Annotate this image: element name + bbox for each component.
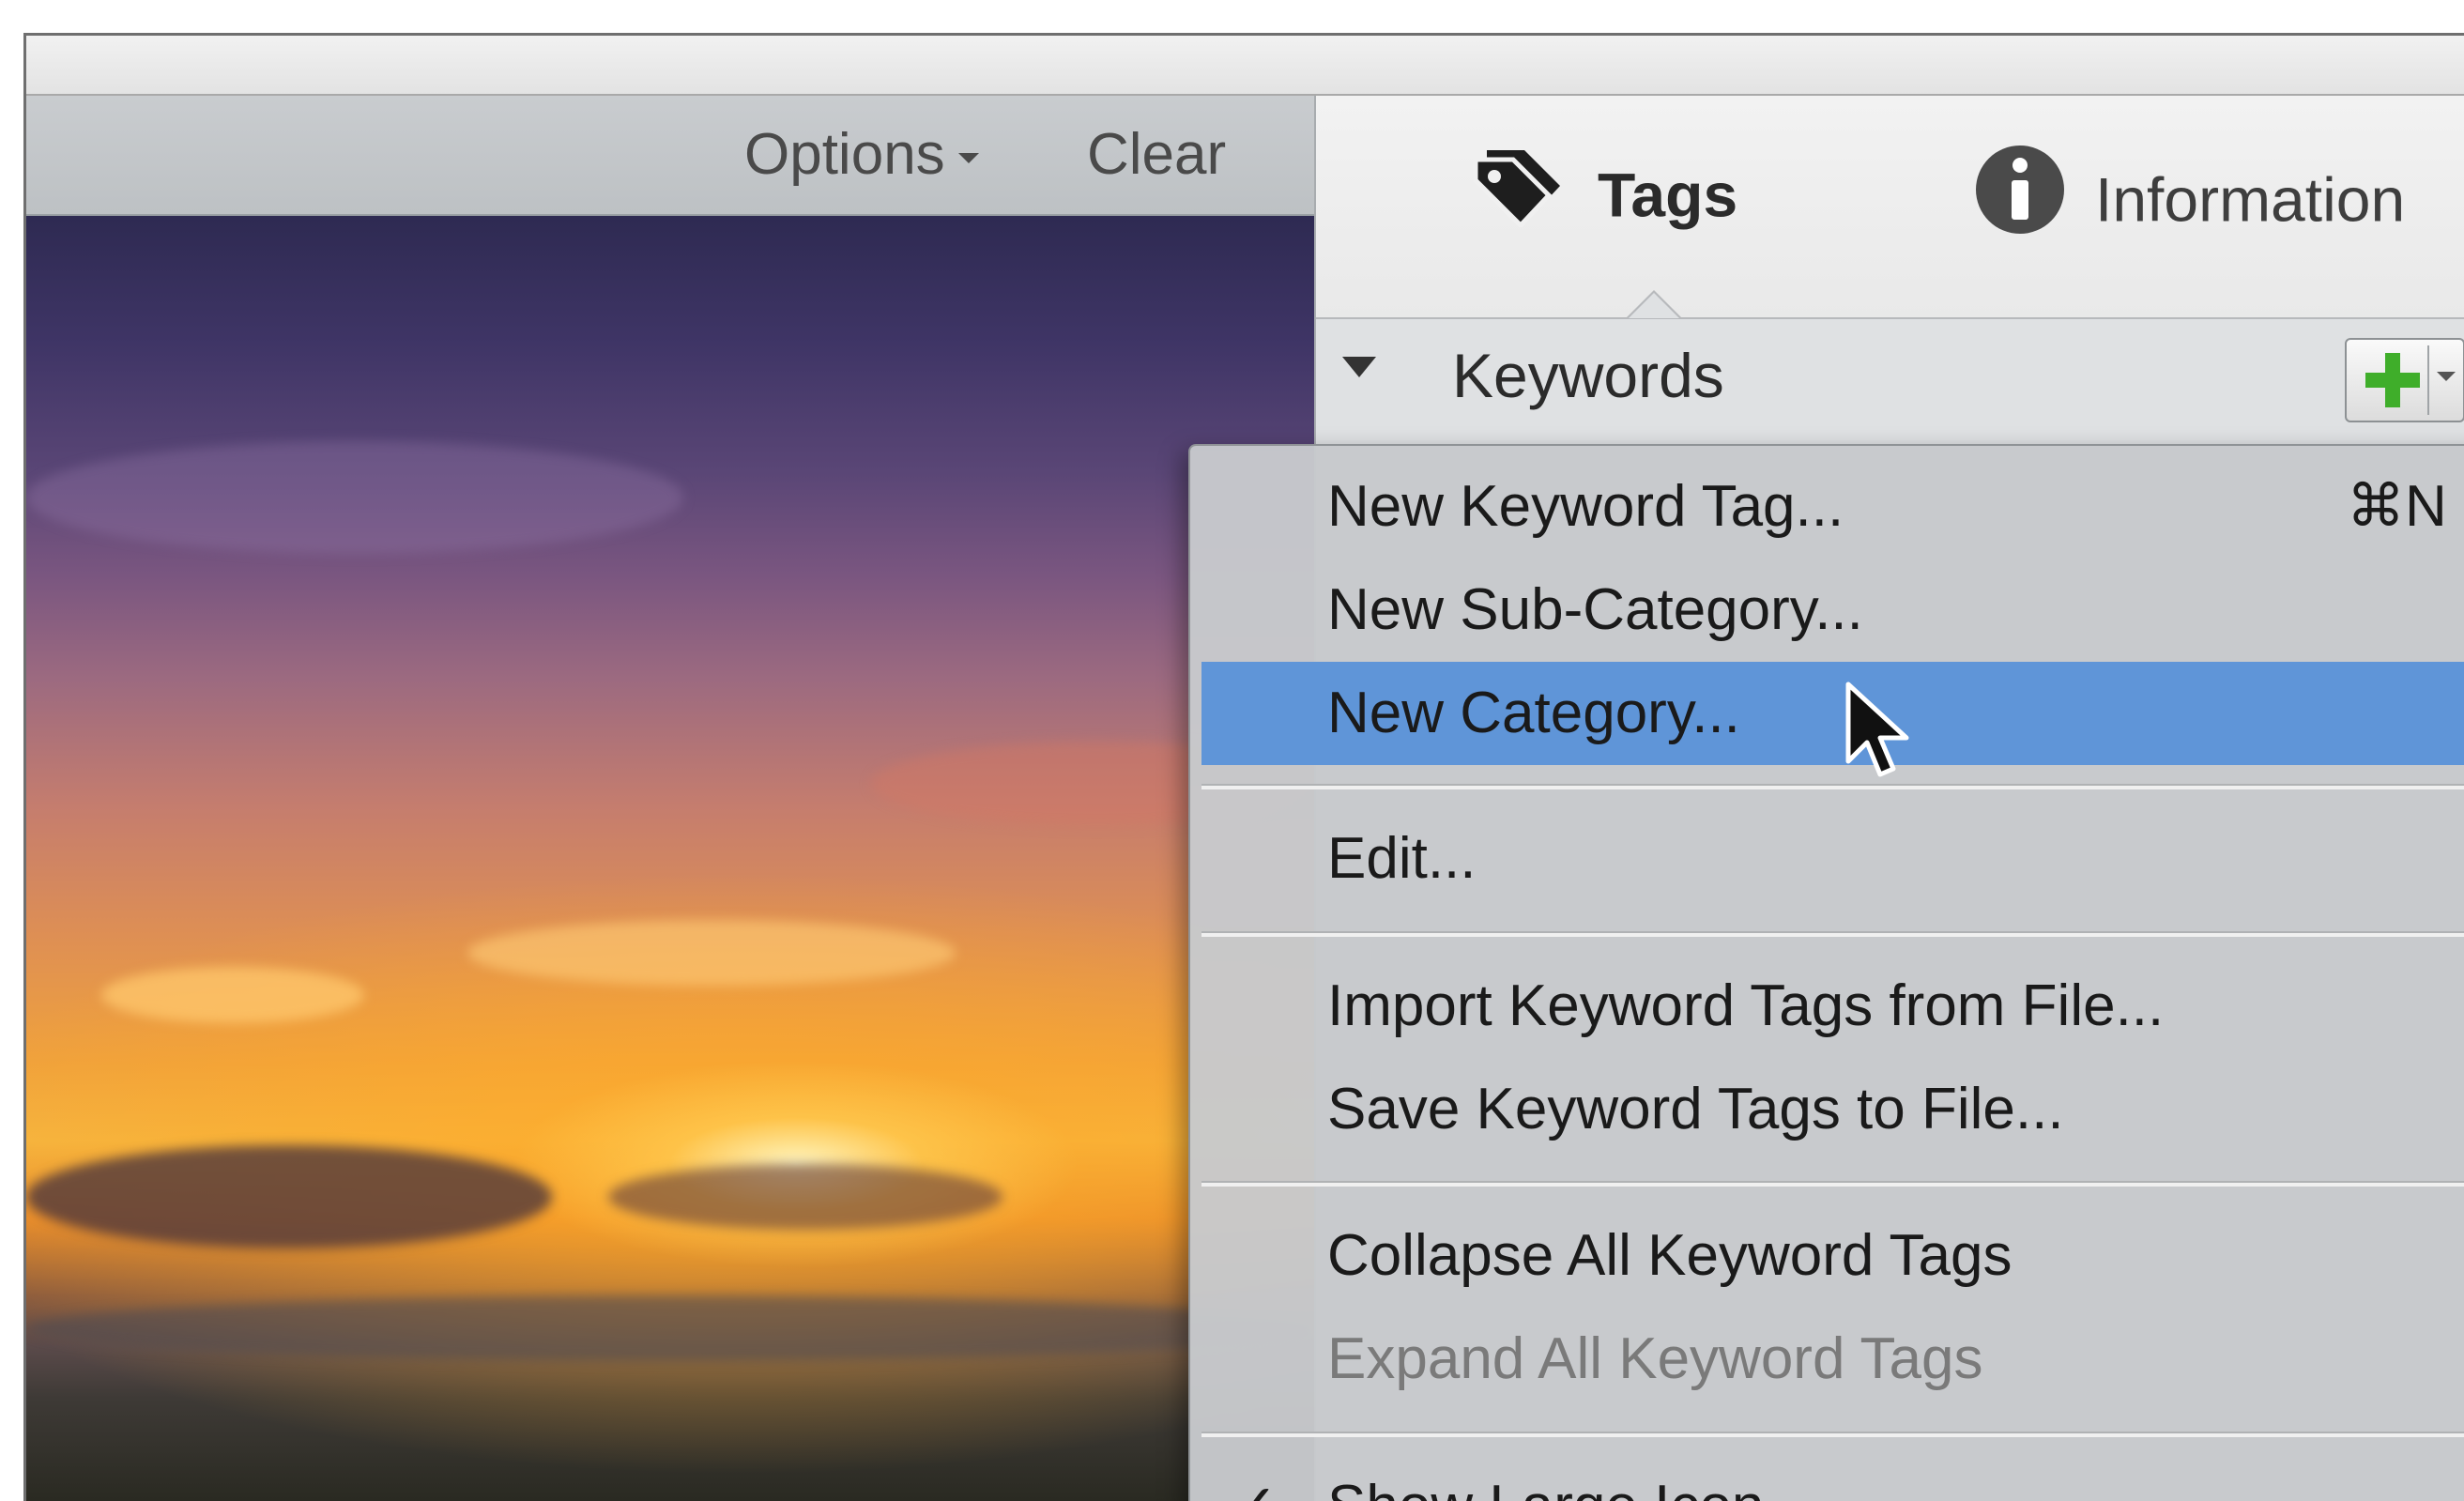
tag-icon bbox=[1466, 143, 1569, 257]
menu-item-import-keyword-tags[interactable]: Import Keyword Tags from File... bbox=[1201, 955, 2464, 1058]
button-separator bbox=[2427, 345, 2429, 415]
menu-separator bbox=[1201, 1432, 2464, 1437]
menu-item-new-sub-category[interactable]: New Sub-Category... bbox=[1201, 559, 2464, 662]
info-icon bbox=[1973, 143, 2067, 267]
tab-information[interactable]: Information bbox=[1973, 143, 2405, 246]
tab-information-label: Information bbox=[2095, 164, 2406, 235]
menu-item-edit[interactable]: Edit... bbox=[1201, 807, 2464, 911]
plus-icon bbox=[2365, 353, 2420, 407]
options-label: Options bbox=[744, 122, 945, 187]
menu-separator bbox=[1201, 1181, 2464, 1187]
menu-item-label: Show Large Icon bbox=[1327, 1455, 1764, 1501]
menu-item-label: New Keyword Tag... bbox=[1327, 474, 1844, 539]
keywords-section-header[interactable]: Keywords bbox=[1316, 319, 2464, 432]
media-toolbar: Options Clear bbox=[26, 96, 1314, 216]
menu-item-label: New Sub-Category... bbox=[1327, 577, 1863, 642]
tab-tags[interactable]: Tags bbox=[1466, 143, 1737, 246]
menu-item-expand-all: Expand All Keyword Tags bbox=[1201, 1308, 2464, 1411]
menu-item-new-keyword-tag[interactable]: New Keyword Tag... ⌘N bbox=[1201, 455, 2464, 559]
menu-item-save-keyword-tags[interactable]: Save Keyword Tags to File... bbox=[1201, 1058, 2464, 1161]
sunset-photo[interactable] bbox=[26, 216, 1322, 1501]
options-button[interactable]: Options bbox=[744, 96, 979, 214]
keywords-context-menu: New Keyword Tag... ⌘N New Sub-Category..… bbox=[1188, 444, 2464, 1501]
panel-tabs: Tags Information bbox=[1316, 96, 2464, 319]
menu-item-label: Expand All Keyword Tags bbox=[1327, 1326, 1983, 1391]
menu-item-show-large-icon[interactable]: ✓ Show Large Icon bbox=[1201, 1455, 2464, 1501]
clear-button[interactable]: Clear bbox=[1087, 96, 1226, 214]
disclosure-triangle-icon[interactable] bbox=[1342, 357, 1376, 377]
active-tab-indicator bbox=[1626, 290, 1682, 318]
menu-item-label: Save Keyword Tags to File... bbox=[1327, 1077, 2064, 1141]
chevron-down-icon bbox=[957, 153, 979, 164]
mouse-pointer-icon bbox=[1845, 682, 1909, 777]
title-bar bbox=[26, 36, 2464, 96]
menu-item-label: New Category... bbox=[1327, 681, 1740, 745]
menu-item-label: Collapse All Keyword Tags bbox=[1327, 1223, 2013, 1288]
chevron-down-icon[interactable] bbox=[2437, 372, 2456, 381]
menu-item-label: Edit... bbox=[1327, 826, 1477, 891]
menu-item-collapse-all[interactable]: Collapse All Keyword Tags bbox=[1201, 1204, 2464, 1308]
menu-item-label: Import Keyword Tags from File... bbox=[1327, 973, 2165, 1038]
app-window: Options Clear Tags Information Keywords … bbox=[23, 33, 2464, 1501]
menu-separator bbox=[1201, 931, 2464, 937]
checkmark-icon: ✓ bbox=[1230, 1455, 1278, 1501]
tab-tags-label: Tags bbox=[1598, 160, 1738, 230]
menu-separator bbox=[1201, 784, 2464, 789]
menu-item-new-category[interactable]: New Category... bbox=[1201, 662, 2464, 765]
shortcut-label: ⌘N bbox=[2347, 474, 2447, 539]
add-keyword-button[interactable] bbox=[2345, 338, 2464, 422]
keywords-label: Keywords bbox=[1452, 341, 1724, 410]
